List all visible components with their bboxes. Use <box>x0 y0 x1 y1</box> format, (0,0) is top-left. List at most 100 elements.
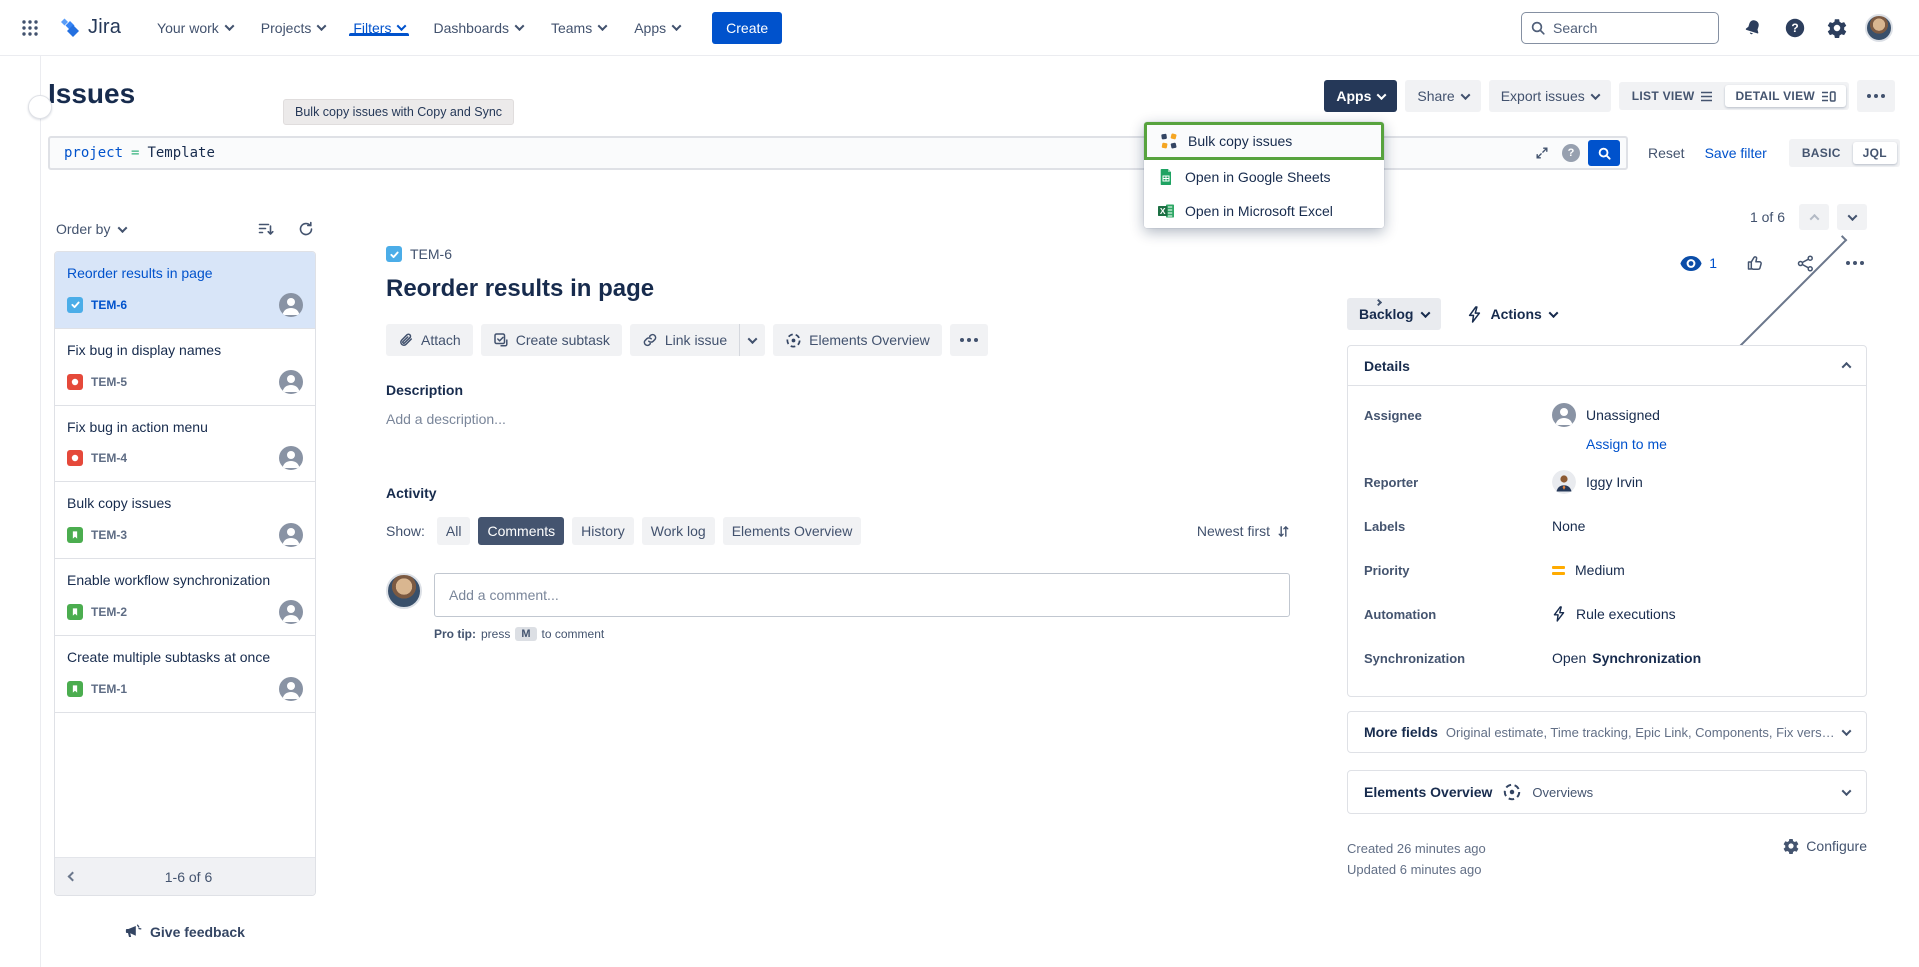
more-fields-card[interactable]: More fields Original estimate, Time trac… <box>1347 711 1867 753</box>
assignee-value[interactable]: Unassigned <box>1552 403 1660 427</box>
issue-card-tem-4[interactable]: Fix bug in action menu TEM-4 <box>55 406 315 483</box>
nav-projects[interactable]: Projects <box>247 20 340 36</box>
elements-overview-card[interactable]: Elements Overview Overviews <box>1347 770 1867 814</box>
chevron-down-icon <box>224 21 234 31</box>
share-icon <box>1797 255 1814 272</box>
gear-icon <box>1827 18 1847 38</box>
create-subtask-button[interactable]: Create subtask <box>481 324 622 356</box>
configure-button[interactable]: Configure <box>1783 838 1867 854</box>
link-issue-button[interactable]: Link issue <box>630 324 740 356</box>
elements-overview-icon <box>1502 782 1522 802</box>
labels-label: Labels <box>1364 519 1552 534</box>
issue-card-tem-6[interactable]: Reorder results in page TEM-6 <box>55 252 315 329</box>
header-more-button[interactable] <box>1857 80 1895 112</box>
toolbar-more-button[interactable] <box>950 324 988 356</box>
next-issue-button[interactable] <box>1837 204 1867 230</box>
basic-mode-toggle[interactable]: BASIC <box>1792 142 1851 164</box>
jql-search-button[interactable] <box>1588 140 1620 166</box>
pager-label: 1 of 6 <box>1750 209 1785 225</box>
list-view-toggle[interactable]: LIST VIEW <box>1622 85 1724 107</box>
menu-item-open-google-sheets[interactable]: Open in Google Sheets <box>1144 160 1384 194</box>
share-button[interactable]: Share <box>1405 80 1480 112</box>
menu-item-bulk-copy-issues[interactable]: Bulk copy issues <box>1144 122 1384 160</box>
details-card-header[interactable]: Details <box>1348 346 1866 386</box>
attach-button[interactable]: Attach <box>386 324 473 356</box>
elements-overview-button[interactable]: Elements Overview <box>773 324 942 356</box>
like-button[interactable] <box>1743 251 1767 275</box>
menu-item-open-microsoft-excel[interactable]: X Open in Microsoft Excel <box>1144 194 1384 228</box>
sort-order-button[interactable]: Newest first <box>1197 523 1290 539</box>
save-filter-button[interactable]: Save filter <box>1705 145 1767 161</box>
jql-value-token: Template <box>147 145 214 161</box>
search-input[interactable] <box>1521 12 1719 44</box>
issue-card-tem-2[interactable]: Enable workflow synchronization TEM-2 <box>55 559 315 636</box>
automation-value[interactable]: Rule executions <box>1552 606 1676 622</box>
jql-mode-toggle[interactable]: JQL <box>1853 142 1897 164</box>
watchers-button[interactable]: 1 <box>1680 255 1717 271</box>
issue-card-tem-5[interactable]: Fix bug in display names TEM-5 <box>55 329 315 406</box>
filter-elements-overview[interactable]: Elements Overview <box>723 517 862 545</box>
description-placeholder[interactable]: Add a description... <box>386 411 1290 427</box>
issue-meta-row: Created 26 minutes ago Updated 6 minutes… <box>1347 838 1867 881</box>
help-button[interactable]: ? <box>1779 12 1811 44</box>
issue-card-tem-1[interactable]: Create multiple subtasks at once TEM-1 <box>55 636 315 713</box>
reporter-value[interactable]: Iggy Irvin <box>1552 470 1643 494</box>
apps-dropdown-button[interactable]: Apps <box>1324 80 1397 112</box>
nav-teams[interactable]: Teams <box>537 20 620 36</box>
nav-your-work[interactable]: Your work <box>143 20 247 36</box>
nav-filters[interactable]: Filters <box>339 20 419 36</box>
export-issues-button[interactable]: Export issues <box>1489 80 1611 112</box>
issue-more-button[interactable] <box>1843 251 1867 275</box>
issue-key-link[interactable]: TEM-6 <box>410 246 452 262</box>
previous-issue-button[interactable] <box>1799 204 1829 230</box>
nav-dashboards[interactable]: Dashboards <box>419 20 537 36</box>
profile-button[interactable] <box>1863 12 1895 44</box>
chevron-up-icon <box>1809 213 1819 223</box>
assignee-avatar-placeholder <box>279 523 303 547</box>
jql-field-token: project <box>64 145 123 161</box>
link-issue-more-button[interactable] <box>740 324 765 356</box>
nav-apps[interactable]: Apps <box>620 20 694 36</box>
status-dropdown[interactable]: Backlog <box>1347 298 1441 330</box>
notifications-button[interactable] <box>1737 12 1769 44</box>
app-switcher-button[interactable] <box>14 12 46 44</box>
assign-to-me-link[interactable]: Assign to me <box>1586 436 1667 452</box>
elements-overview-value: Overviews <box>1532 785 1593 800</box>
issue-card-tem-3[interactable]: Bulk copy issues TEM-3 <box>55 482 315 559</box>
detail-view-toggle[interactable]: DETAIL VIEW <box>1725 85 1846 107</box>
create-button[interactable]: Create <box>712 12 782 44</box>
jira-logo-text: Jira <box>88 16 121 39</box>
filter-all[interactable]: All <box>437 517 471 545</box>
syntax-help-icon[interactable]: ? <box>1562 144 1580 162</box>
issue-card-key: TEM-1 <box>91 682 127 696</box>
automation-actions-button[interactable]: Actions <box>1467 306 1556 323</box>
give-feedback-button[interactable]: Give feedback <box>54 924 316 940</box>
chevron-down-icon <box>118 223 128 233</box>
bug-type-icon <box>67 450 83 466</box>
synchronization-value[interactable]: Open Synchronization <box>1552 650 1701 666</box>
labels-value[interactable]: None <box>1552 518 1585 534</box>
sort-descending-icon[interactable] <box>258 221 274 237</box>
expand-editor-button[interactable] <box>1530 141 1554 165</box>
top-nav-right: ? <box>1521 0 1895 55</box>
order-by-dropdown[interactable]: Order by <box>56 221 126 237</box>
chevron-down-icon <box>748 334 758 344</box>
comment-input[interactable] <box>434 573 1290 617</box>
priority-value[interactable]: Medium <box>1552 562 1625 578</box>
share-issue-button[interactable] <box>1793 251 1817 275</box>
reset-button[interactable]: Reset <box>1648 145 1685 161</box>
settings-button[interactable] <box>1821 12 1853 44</box>
filter-work-log[interactable]: Work log <box>642 517 715 545</box>
jql-editor[interactable]: project = Template ? <box>48 136 1628 170</box>
updated-timestamp: Updated 6 minutes ago <box>1347 859 1486 880</box>
issue-list: Reorder results in page TEM-6 Fix bug in… <box>54 251 316 896</box>
refresh-icon[interactable] <box>298 221 314 237</box>
jql-operator-token: = <box>131 145 139 161</box>
jira-logo[interactable]: Jira <box>58 16 121 40</box>
activity-heading: Activity <box>386 485 1290 501</box>
issue-title[interactable]: Reorder results in page <box>386 275 1290 303</box>
filter-history[interactable]: History <box>572 517 634 545</box>
filter-comments[interactable]: Comments <box>478 517 564 545</box>
expand-sidebar-button[interactable] <box>28 95 52 119</box>
issue-detail-main: TEM-6 Reorder results in page Attach Cre… <box>386 246 1290 641</box>
